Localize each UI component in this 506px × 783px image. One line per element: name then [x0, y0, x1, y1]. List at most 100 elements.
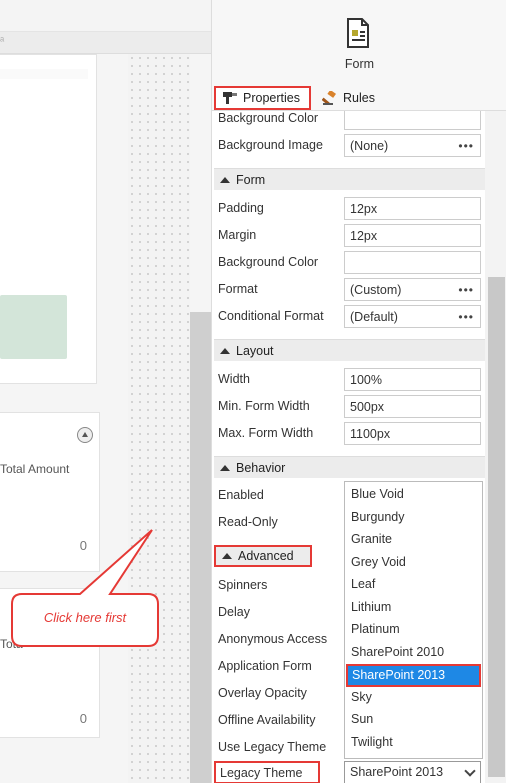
property-label: Application Form: [218, 659, 312, 673]
section-title: Layout: [236, 343, 274, 358]
ellipsis-icon[interactable]: •••: [458, 283, 474, 297]
tab-label: Rules: [343, 91, 375, 105]
property-panel: Form Properties Rules Background Color B…: [211, 0, 506, 783]
panel-tabs: Properties Rules: [212, 84, 506, 111]
padding-field[interactable]: 12px: [344, 197, 481, 220]
property-label: Enabled: [218, 488, 264, 502]
property-label: Offline Availability: [218, 713, 316, 727]
theme-option[interactable]: SharePoint 2010: [346, 642, 481, 665]
callout-text: Click here first: [43, 610, 127, 625]
properties-icon: [223, 92, 237, 104]
property-row[interactable]: Background Image (None) •••: [212, 132, 485, 159]
property-label: Delay: [218, 605, 250, 619]
canvas-drop-area[interactable]: [128, 54, 190, 783]
panel-header: Form: [212, 0, 506, 84]
property-label: Margin: [218, 228, 257, 242]
theme-option[interactable]: Granite: [346, 529, 481, 552]
form-icon: [347, 18, 369, 48]
property-row[interactable]: Margin 12px: [212, 222, 485, 249]
property-row[interactable]: Min. Form Width 500px: [212, 393, 485, 420]
property-label: Anonymous Access: [218, 632, 328, 646]
section-title: Behavior: [236, 460, 286, 475]
card-label: Total Amount: [0, 462, 70, 476]
theme-option[interactable]: Burgundy: [346, 507, 481, 530]
theme-option[interactable]: Sun: [346, 709, 481, 732]
property-label: Background Color: [218, 255, 319, 269]
ellipsis-icon[interactable]: •••: [458, 139, 474, 153]
card-value: 0: [79, 538, 87, 553]
chevron-down-icon: [464, 765, 476, 777]
panel-caption: Form: [344, 57, 375, 71]
card-header-bar: [0, 69, 88, 79]
property-row[interactable]: Max. Form Width 1100px: [212, 420, 485, 447]
property-label: Conditional Format: [218, 309, 324, 323]
canvas-scroll-strip[interactable]: [190, 312, 211, 783]
card-value: 0: [79, 711, 87, 726]
section-advanced[interactable]: Advanced: [214, 545, 312, 567]
field-value: (None): [350, 139, 389, 153]
canvas-tab-glyph: ᵃ: [0, 35, 5, 47]
property-label: Background Color: [218, 111, 319, 125]
theme-option[interactable]: Lithium: [346, 597, 481, 620]
field-value: (Default): [350, 310, 398, 324]
section-behavior[interactable]: Behavior: [214, 456, 485, 478]
margin-field[interactable]: 12px: [344, 224, 481, 247]
theme-option[interactable]: Twilight: [346, 732, 481, 755]
theme-dropdown-list[interactable]: Blue Void Burgundy Granite Grey Void Lea…: [344, 481, 483, 759]
property-row[interactable]: Format (Custom) •••: [212, 276, 485, 303]
ellipsis-icon[interactable]: •••: [458, 310, 474, 324]
property-label: Min. Form Width: [218, 399, 310, 413]
background-color-field[interactable]: [344, 111, 481, 130]
card-inner: [0, 69, 88, 429]
field-value: (Custom): [350, 283, 402, 297]
theme-option-selected[interactable]: SharePoint 2013: [346, 664, 481, 687]
caret-up-icon: [220, 464, 230, 471]
max-form-width-field[interactable]: 1100px: [344, 422, 481, 445]
canvas-tabstrip: ᵃ: [0, 32, 211, 54]
theme-option[interactable]: Leaf: [346, 574, 481, 597]
background-image-field[interactable]: (None) •••: [344, 134, 481, 157]
property-row[interactable]: Width 100%: [212, 366, 485, 393]
panel-scrollbar[interactable]: [485, 111, 506, 783]
scrollbar-thumb[interactable]: [488, 277, 505, 777]
property-label: Overlay Opacity: [218, 686, 307, 700]
theme-option[interactable]: Blue Void: [346, 484, 481, 507]
canvas-toolbar: [0, 0, 211, 32]
property-row[interactable]: Padding 12px: [212, 195, 485, 222]
canvas-card[interactable]: [0, 54, 97, 384]
section-title: Advanced: [238, 549, 294, 563]
theme-option[interactable]: Sky: [346, 687, 481, 710]
property-row[interactable]: Background Color: [212, 249, 485, 276]
property-label: Use Legacy Theme: [218, 740, 327, 754]
property-list: Background Color Background Image (None)…: [212, 111, 485, 783]
collapse-icon[interactable]: [77, 427, 93, 443]
property-row[interactable]: Conditional Format (Default) •••: [212, 303, 485, 330]
caret-up-icon: [220, 347, 230, 354]
min-form-width-field[interactable]: 500px: [344, 395, 481, 418]
width-field[interactable]: 100%: [344, 368, 481, 391]
legacy-theme-select[interactable]: SharePoint 2013: [344, 761, 481, 783]
conditional-format-field[interactable]: (Default) •••: [344, 305, 481, 328]
form-background-color-field[interactable]: [344, 251, 481, 274]
theme-option[interactable]: Platinum: [346, 619, 481, 642]
property-label: Max. Form Width: [218, 426, 314, 440]
property-label: Format: [218, 282, 258, 296]
section-title: Form: [236, 172, 266, 187]
property-label: Background Image: [218, 138, 323, 152]
section-layout[interactable]: Layout: [214, 339, 485, 361]
canvas-card[interactable]: Total Amount 0: [0, 412, 100, 572]
tab-label: Properties: [243, 91, 300, 105]
form-canvas[interactable]: ᵃ Total Amount 0 Tota 0: [0, 0, 211, 783]
tab-rules[interactable]: Rules: [316, 86, 386, 110]
gavel-icon: [322, 91, 336, 105]
property-row[interactable]: Background Color: [212, 111, 485, 132]
caret-up-icon: [220, 176, 230, 183]
property-label: Read-Only: [218, 515, 278, 529]
card-label: Tota: [0, 637, 23, 651]
card-green-block[interactable]: [0, 295, 67, 359]
tab-properties[interactable]: Properties: [214, 86, 311, 110]
theme-option[interactable]: Grey Void: [346, 552, 481, 575]
format-field[interactable]: (Custom) •••: [344, 278, 481, 301]
select-value: SharePoint 2013: [350, 765, 444, 779]
section-form[interactable]: Form: [214, 168, 485, 190]
